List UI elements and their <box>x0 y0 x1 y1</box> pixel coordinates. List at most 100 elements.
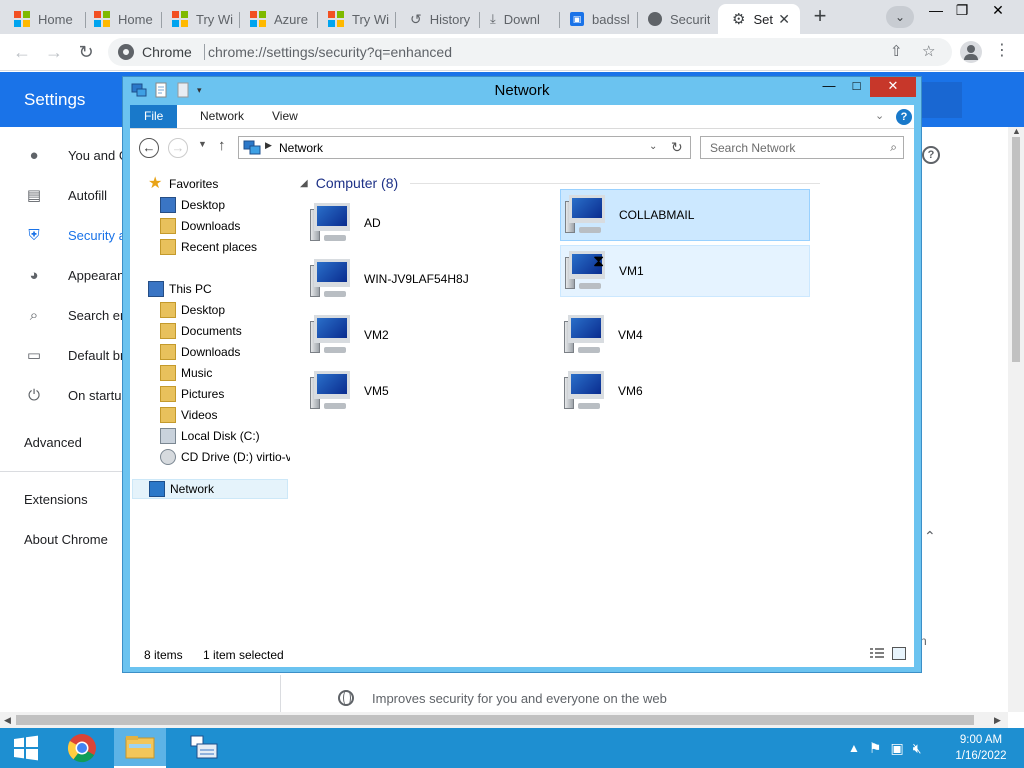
tree-item-pictures[interactable]: Pictures <box>160 384 224 404</box>
tab-search-button[interactable]: ⌄ <box>886 6 914 28</box>
start-button[interactable] <box>0 728 52 768</box>
sidebar-item-appearance[interactable]: ◕ Appearan <box>0 255 130 295</box>
settings-search-field[interactable] <box>920 82 962 118</box>
help-icon[interactable]: ? <box>896 109 912 125</box>
computer-item-ad[interactable]: AD <box>306 197 556 249</box>
sidebar-item-you-and-google[interactable]: ● You and G <box>0 135 130 175</box>
computer-item-vm4[interactable]: VM4 <box>560 309 810 361</box>
forward-arrow-icon[interactable]: → <box>42 40 66 64</box>
tab-security[interactable]: Securit <box>634 4 718 34</box>
scroll-right-icon[interactable]: ▶ <box>994 715 1001 726</box>
sidebar-item-on-startup[interactable]: ⏻ On startu <box>0 375 130 415</box>
tree-item-documents[interactable]: Documents <box>160 321 242 341</box>
horizontal-scroll-thumb[interactable] <box>16 715 974 725</box>
explorer-search-box[interactable]: ⌕ <box>700 136 904 159</box>
show-hidden-icons-icon[interactable]: ▲ <box>848 741 860 755</box>
forward-arrow-icon[interactable]: → <box>168 138 188 158</box>
help-icon[interactable]: ? <box>922 146 940 164</box>
taskbar-chrome[interactable] <box>56 728 108 768</box>
tab-history[interactable]: ↺ History <box>396 4 480 34</box>
refresh-icon[interactable]: ↻ <box>671 139 683 156</box>
taskbar-clock[interactable]: 9:00 AM 1/16/2022 <box>950 732 1012 764</box>
explorer-maximize-button[interactable]: □ <box>843 77 870 97</box>
volume-muted-icon[interactable]: 🔇︎ <box>913 740 922 757</box>
kebab-menu-icon[interactable]: ⋮ <box>994 40 1010 60</box>
search-input[interactable] <box>701 137 876 158</box>
computer-item-vm5[interactable]: VM5 <box>306 365 556 417</box>
new-tab-button[interactable]: + <box>806 5 834 29</box>
microsoft-logo-icon <box>172 11 188 27</box>
tab-home-1[interactable]: Home <box>0 4 86 34</box>
tree-item-network[interactable]: Network <box>132 479 288 499</box>
computer-item-collabmail[interactable]: COLLABMAIL <box>560 189 810 241</box>
sidebar-item-search-engine[interactable]: ⌕ Search en <box>0 295 130 335</box>
vertical-scroll-thumb[interactable] <box>1012 137 1020 362</box>
sidebar-item-default-browser[interactable]: ▭ Default br <box>0 335 130 375</box>
tree-item-favorites[interactable]: ★ Favorites <box>148 174 218 194</box>
bookmark-star-icon[interactable]: ☆ <box>922 42 935 60</box>
tree-item-downloads[interactable]: Downloads <box>160 342 240 362</box>
scroll-up-icon[interactable]: ▲ <box>1012 126 1021 136</box>
tree-item-local-disk[interactable]: Local Disk (C:) <box>160 426 260 446</box>
ribbon-tab-network[interactable]: Network <box>186 105 258 128</box>
pictures-folder-icon <box>160 386 176 402</box>
explorer-minimize-button[interactable]: — <box>815 77 843 97</box>
share-icon[interactable]: ⇧ <box>890 42 903 60</box>
scroll-left-icon[interactable]: ◀ <box>4 715 11 726</box>
action-center-flag-icon[interactable]: ⚑ <box>869 740 882 757</box>
address-bar[interactable]: Chrome chrome://settings/security?q=enha… <box>108 38 952 66</box>
computer-item-vm1[interactable]: ⧗ VM1 <box>560 245 810 297</box>
sidebar-item-security[interactable]: ⛨ Security a <box>0 215 130 255</box>
explorer-close-button[interactable]: ✕ <box>870 77 916 97</box>
network-status-icon[interactable]: ▣ <box>890 740 903 757</box>
tab-try-windows-1[interactable]: Try Wi <box>158 4 240 34</box>
collapse-group-icon[interactable]: ◢ <box>300 178 308 189</box>
tab-badssl[interactable]: ▣ badssl <box>556 4 638 34</box>
tree-item-cd-drive[interactable]: CD Drive (D:) virtio-v <box>160 447 290 467</box>
computer-item-vm6[interactable]: VM6 <box>560 365 810 417</box>
tree-item-desktop[interactable]: Desktop <box>160 300 225 320</box>
vertical-scrollbar[interactable]: ▲ <box>1008 126 1024 712</box>
reload-icon[interactable]: ↻ <box>74 40 98 64</box>
restore-button[interactable]: ❐ <box>946 0 978 22</box>
tree-item-videos[interactable]: Videos <box>160 405 217 425</box>
tab-downloads[interactable]: ⤓ Downl <box>476 4 560 34</box>
sidebar-about-chrome[interactable]: About Chrome <box>24 532 108 547</box>
tree-item-favorites-downloads[interactable]: Downloads <box>160 216 240 236</box>
details-view-icon[interactable] <box>870 648 884 660</box>
close-window-button[interactable]: ✕ <box>982 0 1014 22</box>
back-arrow-icon[interactable]: ← <box>139 138 159 158</box>
tree-item-favorites-desktop[interactable]: Desktop <box>160 195 225 215</box>
back-arrow-icon[interactable]: ← <box>10 40 34 64</box>
chevron-up-icon[interactable]: ⌃ <box>924 528 936 545</box>
sidebar-advanced[interactable]: Advanced <box>24 435 82 450</box>
chevron-down-icon[interactable]: ⌄ <box>649 141 657 152</box>
breadcrumb-arrow-icon[interactable]: ▶ <box>265 140 272 151</box>
explorer-address-bar[interactable]: ▶ Network ⌄ ↻ <box>238 136 691 159</box>
tab-home-2[interactable]: Home <box>80 4 162 34</box>
profile-avatar-icon[interactable] <box>960 41 982 63</box>
tab-try-windows-2[interactable]: Try Wi <box>314 4 396 34</box>
close-tab-icon[interactable]: ✕ <box>778 11 790 28</box>
up-arrow-icon[interactable]: ↑ <box>218 137 226 154</box>
taskbar-file-explorer[interactable] <box>114 728 166 768</box>
taskbar-network-app[interactable] <box>178 728 230 768</box>
tree-item-music[interactable]: Music <box>160 363 212 383</box>
sidebar-item-autofill[interactable]: ▤ Autofill <box>0 175 130 215</box>
horizontal-scrollbar[interactable]: ◀ ▶ <box>0 712 1008 728</box>
tree-item-recent-places[interactable]: Recent places <box>160 237 257 257</box>
large-icons-view-icon[interactable] <box>892 647 906 660</box>
ribbon-tab-view[interactable]: View <box>258 105 312 128</box>
address-text[interactable]: Network <box>279 141 323 155</box>
explorer-titlebar[interactable]: ▾ Network — □ ✕ <box>123 77 921 104</box>
ribbon-tab-file[interactable]: File <box>130 105 178 128</box>
computer-item-win-jv9laf54h8j[interactable]: WIN-JV9LAF54H8J <box>306 253 556 305</box>
sidebar-extensions[interactable]: Extensions <box>24 492 88 507</box>
computer-item-vm2[interactable]: VM2 <box>306 309 556 361</box>
tree-item-this-pc[interactable]: This PC <box>148 279 212 299</box>
search-icon[interactable]: ⌕ <box>890 140 897 155</box>
expand-ribbon-icon[interactable]: ⌄ <box>875 109 884 122</box>
tab-settings[interactable]: ⚙ Set ✕ <box>718 4 800 34</box>
recent-locations-icon[interactable]: ▼ <box>198 139 207 149</box>
tab-azure[interactable]: Azure <box>236 4 318 34</box>
